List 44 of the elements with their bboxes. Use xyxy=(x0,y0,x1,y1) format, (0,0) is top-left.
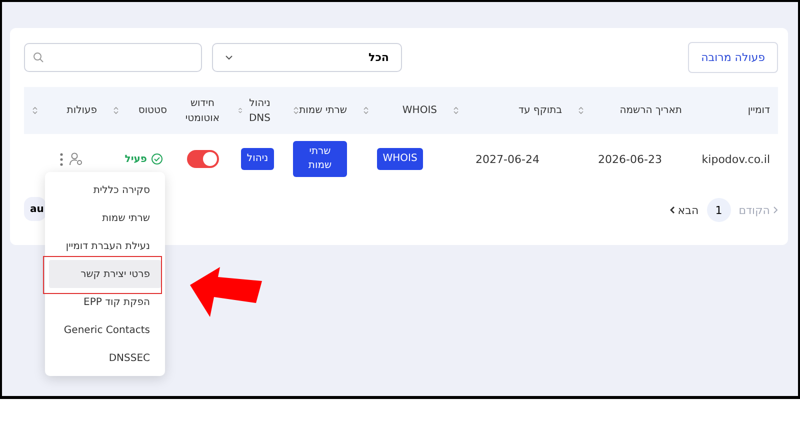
sort-icon[interactable] xyxy=(238,106,243,115)
status-text: פעיל xyxy=(124,154,147,164)
user-settings-icon[interactable] xyxy=(69,152,83,166)
column-header: WHOIS xyxy=(402,104,437,118)
next-page-link[interactable]: הבא xyxy=(670,204,699,216)
sort-icon[interactable] xyxy=(293,106,299,115)
column-header: שרתי שמות xyxy=(299,104,347,118)
menu-item[interactable]: Generic Contacts xyxy=(49,316,161,344)
column-header: בתוקף עד xyxy=(518,104,562,118)
column-header: סטטוס xyxy=(138,104,167,118)
auto-renew-toggle[interactable] xyxy=(186,150,218,168)
date-cell-text: 2026-06-23 xyxy=(597,152,663,166)
more-vertical-icon[interactable] xyxy=(60,152,63,166)
search-field[interactable] xyxy=(24,43,202,72)
bulk-action-button[interactable]: פעולה מרובה xyxy=(688,42,778,73)
dns-manage-button[interactable]: ניהול xyxy=(240,148,274,170)
domain-cell-text: kipodov.co.il xyxy=(700,152,771,166)
sort-icon[interactable] xyxy=(578,106,584,115)
filter-dropdown[interactable]: הכל xyxy=(212,43,402,72)
sort-icon[interactable] xyxy=(113,106,119,115)
menu-item[interactable]: DNSSEC xyxy=(49,344,161,372)
arrow-icon xyxy=(190,267,262,317)
menu-item[interactable]: שרתי שמות xyxy=(49,204,161,232)
sort-icon[interactable] xyxy=(453,106,459,115)
date-cell-text: 2027-06-24 xyxy=(474,152,540,166)
menu-item[interactable]: נעילת העברת דומיין xyxy=(49,232,161,260)
search-icon xyxy=(33,52,44,63)
menu-item[interactable]: פרטי יצירת קשר xyxy=(49,260,161,288)
chevron-left-icon xyxy=(670,206,675,214)
column-header: ניהול DNS xyxy=(248,96,272,126)
check-circle-icon xyxy=(151,153,163,165)
menu-item[interactable]: הפקת קוד EPP xyxy=(49,288,161,316)
column-header: חידוש אוטומטי xyxy=(184,96,221,126)
column-header: דומיין xyxy=(748,104,770,118)
column-header: תאריך הרשמה xyxy=(620,104,682,118)
menu-item[interactable]: סקירה כללית xyxy=(49,176,161,204)
nameservers-button[interactable]: שרתי שמות xyxy=(293,141,347,177)
column-header: פעולות xyxy=(66,104,97,118)
page-number[interactable]: 1 xyxy=(706,198,731,222)
chevron-down-icon xyxy=(225,55,233,60)
whois-button[interactable]: WHOIS xyxy=(376,148,424,170)
chevron-right-icon xyxy=(773,206,778,214)
sort-icon[interactable] xyxy=(363,106,369,115)
sort-icon[interactable] xyxy=(32,106,38,115)
